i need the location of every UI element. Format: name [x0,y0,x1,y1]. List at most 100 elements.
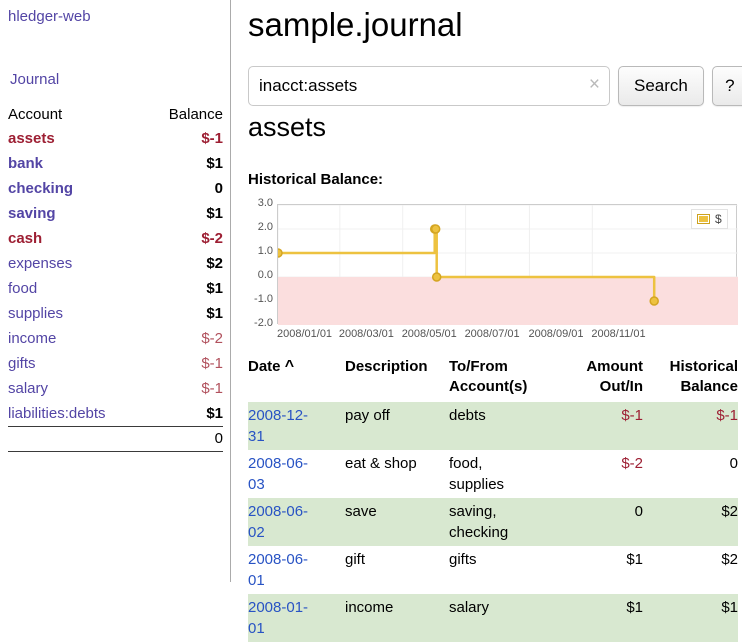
transaction-date-link[interactable]: 2008-06-02 [248,503,308,541]
account-link-checking[interactable]: checking [8,180,73,197]
chart-legend: $ [691,209,728,229]
transaction-amount: $-2 [561,450,643,498]
account-link-saving[interactable]: saving [8,205,56,222]
transaction-accounts: salary [449,594,561,642]
account-link-income[interactable]: income [8,330,56,347]
transaction-row: 2008-06-03 eat & shop food, supplies $-2… [248,450,738,498]
chart-plot-svg [278,205,738,325]
account-link-assets[interactable]: assets [8,130,55,147]
account-link-food[interactable]: food [8,280,37,297]
transaction-description: gift [345,546,449,594]
accounts-total-balance: 0 [158,427,223,452]
y-axis-tick-label: -1.0 [248,293,273,306]
account-balance: $1 [158,201,223,226]
x-axis-tick-label: 2008/07/01 [465,328,520,340]
legend-swatch-icon [697,214,710,224]
transaction-date-link[interactable]: 2008-06-01 [248,551,308,589]
chart-title: Historical Balance: [248,171,383,188]
transaction-description: pay off [345,402,449,450]
journal-link[interactable]: Journal [10,71,59,88]
account-row: cash $-2 [8,226,223,251]
transaction-balance: $2 [643,498,738,546]
y-axis-tick-label: 0.0 [248,269,273,282]
y-axis-tick-label: 1.0 [248,245,273,258]
transaction-amount: $1 [561,546,643,594]
account-balance: $-1 [158,126,223,151]
search-bar: × Search ? [248,66,742,106]
transaction-description: income [345,594,449,642]
account-link-supplies[interactable]: supplies [8,305,63,322]
account-link-cash[interactable]: cash [8,230,42,247]
historical-balance-chart: $ 3.0 2.0 1.0 0.0 -1.0 -2.0 2008/01/01 2008/03/… [248,196,742,348]
account-link-gifts[interactable]: gifts [8,355,36,372]
transaction-balance: 0 [643,450,738,498]
x-axis-tick-label: 2008/09/01 [528,328,583,340]
sidebar: hledger-web Journal Account Balance asse… [0,0,231,582]
account-row: food $1 [8,276,223,301]
account-balance: $-2 [158,326,223,351]
transaction-row: 2008-06-02 save saving, checking 0 $2 [248,498,738,546]
account-row: checking 0 [8,176,223,201]
account-balance: $1 [158,301,223,326]
account-row: salary $-1 [8,376,223,401]
account-link-liabilities-debts[interactable]: liabilities:debts [8,405,106,422]
transaction-date-link[interactable]: 2008-12-31 [248,407,308,445]
x-axis-tick-label: 2008/05/01 [402,328,457,340]
account-link-expenses[interactable]: expenses [8,255,72,272]
account-row: bank $1 [8,151,223,176]
account-balance: 0 [158,176,223,201]
accounts-table: Account Balance assets $-1 bank $1 check… [8,103,223,452]
transaction-description: save [345,498,449,546]
transaction-date-link[interactable]: 2008-06-03 [248,455,308,493]
register-table: Date ^ Description To/From Account(s) Am… [248,357,738,642]
register-column-header-date[interactable]: Date ^ [248,357,345,402]
accounts-total-row: 0 [8,427,223,452]
register-column-header-amount: Amount Out/In [561,357,643,402]
sort-ascending-icon: ^ [285,358,294,375]
y-axis-tick-label: -2.0 [248,317,273,330]
transaction-row: 2008-01-01 income salary $1 $1 [248,594,738,642]
help-button[interactable]: ? [712,66,742,106]
account-row: gifts $-1 [8,351,223,376]
accounts-header-row: Account Balance [8,103,223,126]
account-balance: $1 [158,151,223,176]
account-balance: $2 [158,251,223,276]
y-axis-tick-label: 3.0 [248,197,273,210]
search-button[interactable]: Search [618,66,704,106]
search-input-wrap: × [248,66,610,106]
x-axis-tick-label: 2008/01/01 [277,328,332,340]
transaction-date-link[interactable]: 2008-01-01 [248,599,308,637]
app-title-link[interactable]: hledger-web [8,8,91,25]
account-row: saving $1 [8,201,223,226]
transaction-accounts: gifts [449,546,561,594]
account-row: liabilities:debts $1 [8,401,223,427]
search-input[interactable] [249,67,609,105]
transaction-accounts: saving, checking [449,498,561,546]
page-title: sample.journal [248,6,463,44]
legend-label: $ [715,212,722,226]
transaction-balance: $-1 [643,402,738,450]
transaction-description: eat & shop [345,450,449,498]
account-row: supplies $1 [8,301,223,326]
x-axis-tick-label: 2008/03/01 [339,328,394,340]
transaction-amount: $1 [561,594,643,642]
account-row: assets $-1 [8,126,223,151]
accounts-column-header-balance: Balance [158,103,223,126]
accounts-column-header-account: Account [8,103,158,126]
clear-search-icon[interactable]: × [589,74,600,96]
account-balance: $-2 [158,226,223,251]
main-content: sample.journal × Search ? assets Histori… [248,0,742,582]
transaction-accounts: food, supplies [449,450,561,498]
transaction-row: 2008-06-01 gift gifts $1 $2 [248,546,738,594]
chart-plot-area [277,204,737,324]
y-axis-tick-label: 2.0 [248,221,273,234]
account-balance: $1 [158,401,223,427]
account-link-bank[interactable]: bank [8,155,43,172]
account-heading: assets [248,112,326,143]
account-balance: $-1 [158,376,223,401]
account-link-salary[interactable]: salary [8,380,48,397]
register-column-header-account: To/From Account(s) [449,357,561,402]
account-balance: $1 [158,276,223,301]
transaction-amount: $-1 [561,402,643,450]
account-row: expenses $2 [8,251,223,276]
